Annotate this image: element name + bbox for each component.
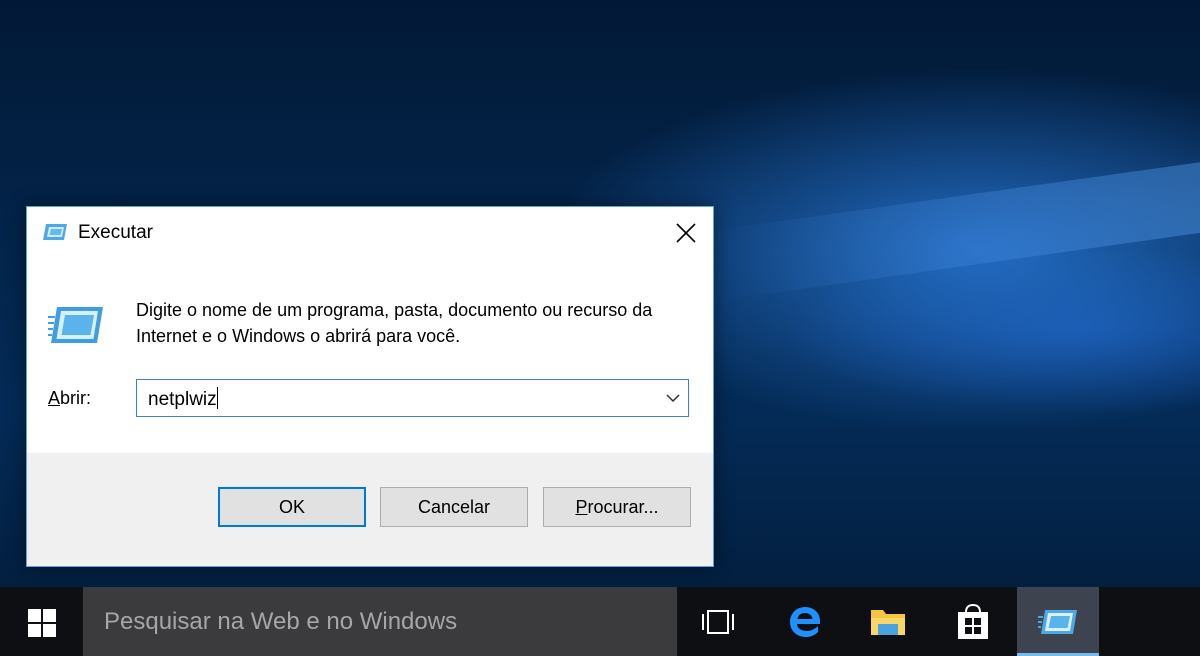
taskbar: Pesquisar na Web e no Windows <box>0 587 1200 656</box>
dialog-button-bar: OK Cancelar Procurar... <box>27 453 713 566</box>
close-button[interactable] <box>659 207 713 259</box>
open-label: Abrir: <box>48 388 91 409</box>
taskbar-search-box[interactable]: Pesquisar na Web e no Windows <box>83 587 677 656</box>
browse-button[interactable]: Procurar... <box>543 487 691 527</box>
store-button[interactable] <box>932 587 1014 656</box>
open-label-accelerator: A <box>48 388 61 408</box>
open-combobox[interactable]: netplwiz <box>136 379 689 417</box>
wallpaper-light-beam <box>715 132 1200 300</box>
text-caret <box>216 387 218 409</box>
combo-dropdown-button[interactable] <box>658 380 688 416</box>
folder-icon <box>871 609 905 635</box>
run-dialog: Executar Digite o nome de um programa, p… <box>26 206 714 567</box>
file-explorer-button[interactable] <box>847 587 929 656</box>
run-large-icon <box>48 303 104 347</box>
cancel-button[interactable]: Cancelar <box>380 487 528 527</box>
browse-accelerator: P <box>575 497 588 517</box>
dialog-description: Digite o nome de um programa, pasta, doc… <box>136 300 653 346</box>
task-view-icon <box>702 609 734 634</box>
open-label-text: brir: <box>60 388 92 408</box>
search-placeholder: Pesquisar na Web e no Windows <box>104 608 458 635</box>
dialog-titlebar[interactable]: Executar <box>27 207 713 259</box>
open-input[interactable]: netplwiz <box>148 387 218 411</box>
store-bag-icon <box>958 603 988 639</box>
start-button[interactable] <box>0 587 83 656</box>
task-view-button[interactable] <box>677 587 759 656</box>
edge-browser-icon <box>790 606 820 637</box>
edge-button[interactable] <box>764 587 846 656</box>
run-app-icon <box>42 221 68 243</box>
windows-logo-icon <box>28 609 56 637</box>
dialog-title: Executar <box>78 222 153 243</box>
close-icon <box>676 223 696 243</box>
run-taskbar-button[interactable] <box>1017 587 1099 656</box>
ok-button[interactable]: OK <box>218 487 366 527</box>
browse-label: rocurar... <box>587 497 659 517</box>
chevron-down-icon <box>666 394 680 402</box>
run-app-icon <box>1038 609 1077 634</box>
open-input-value: netplwiz <box>148 389 217 410</box>
